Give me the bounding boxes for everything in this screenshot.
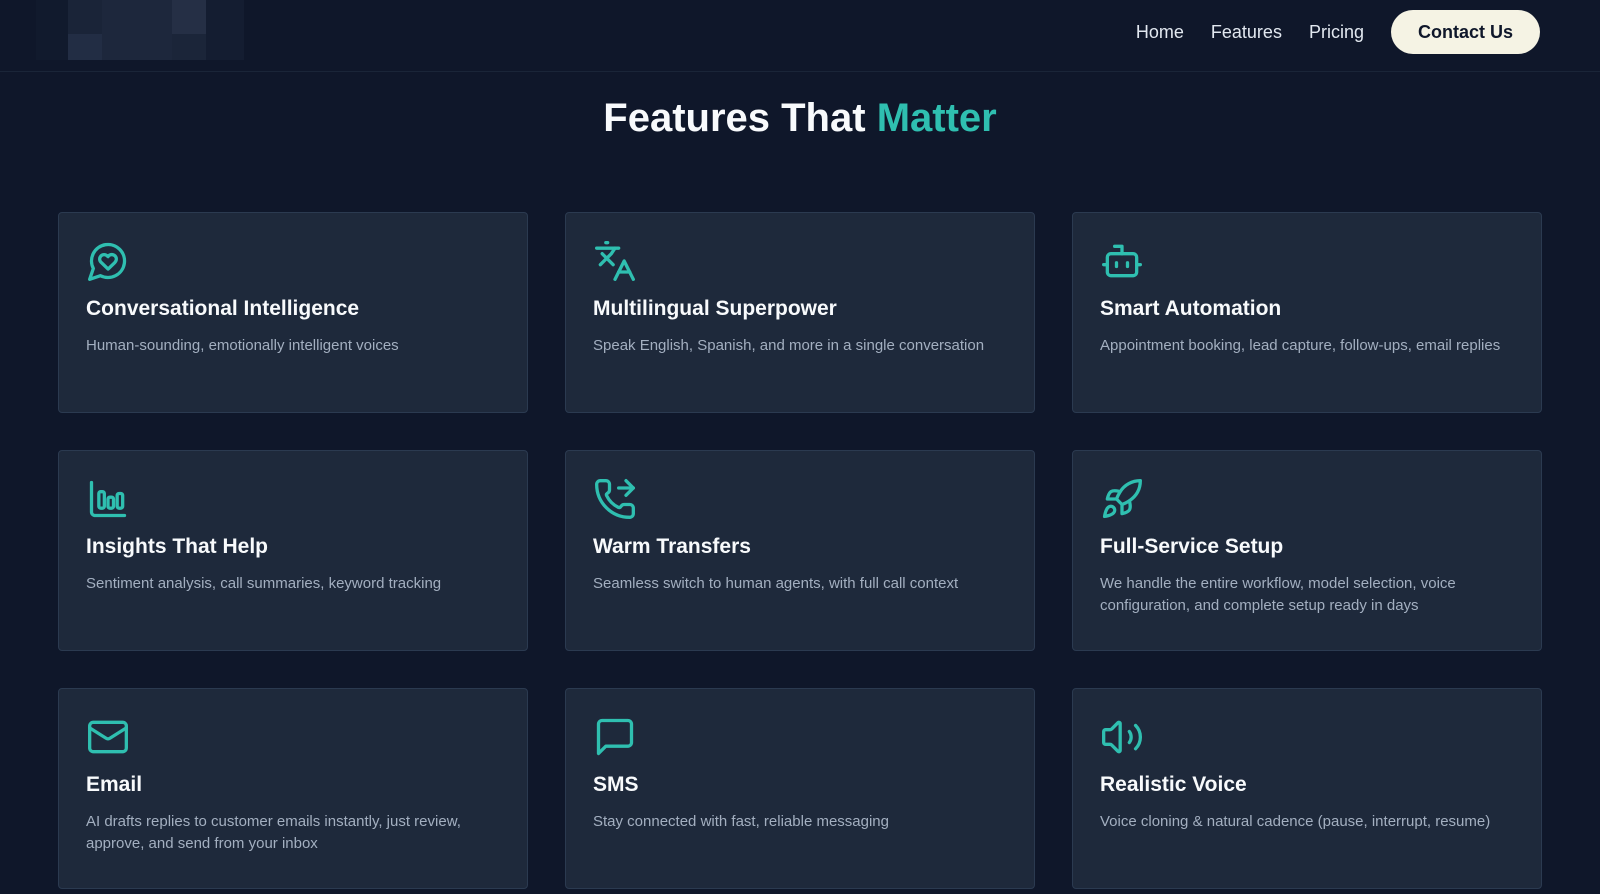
nav-links: Home Features Pricing Contact Us (1136, 10, 1540, 54)
feature-title: Full-Service Setup (1100, 535, 1284, 558)
feature-title: Smart Automation (1100, 297, 1282, 320)
nav-link-home[interactable]: Home (1136, 22, 1184, 43)
mail-icon (86, 715, 130, 759)
navbar: Home Features Pricing Contact Us (0, 0, 1600, 72)
feature-title: Email (86, 773, 143, 796)
phone-forward-icon (593, 477, 637, 521)
feature-title: SMS (593, 773, 639, 796)
feature-card-realistic-voice: Realistic Voice Voice cloning & natural … (1072, 688, 1542, 889)
section-title-accent: Matter (876, 96, 997, 140)
feature-card-email: Email AI drafts replies to customer emai… (58, 688, 528, 889)
feature-description: Speak English, Spanish, and more in a si… (593, 337, 985, 354)
message-square-icon (593, 715, 637, 759)
feature-description: Stay connected with fast, reliable messa… (593, 813, 889, 830)
section-title: Features That Matter (0, 96, 1600, 141)
feature-description: Seamless switch to human agents, with fu… (593, 575, 959, 592)
feature-card-full-service-setup: Full-Service Setup We handle the entire … (1072, 450, 1542, 651)
speaker-icon (1100, 715, 1144, 759)
contact-us-button[interactable]: Contact Us (1390, 10, 1540, 54)
heart-chat-icon (86, 239, 130, 283)
feature-title: Multilingual Superpower (593, 297, 837, 320)
feature-card-insights-that-help: Insights That Help Sentiment analysis, c… (58, 450, 528, 651)
feature-card-smart-automation: Smart Automation Appointment booking, le… (1072, 212, 1542, 413)
feature-card-warm-transfers: Warm Transfers Seamless switch to human … (565, 450, 1035, 651)
nav-link-features[interactable]: Features (1211, 22, 1282, 43)
nav-link-pricing[interactable]: Pricing (1309, 22, 1364, 43)
feature-card-conversational-intelligence: Conversational Intelligence Human-soundi… (58, 212, 528, 413)
features-grid: Conversational Intelligence Human-soundi… (58, 212, 1542, 889)
feature-description: Voice cloning & natural cadence (pause, … (1100, 813, 1491, 830)
robot-icon (1100, 239, 1144, 283)
feature-title: Realistic Voice (1100, 773, 1247, 796)
feature-card-sms: SMS Stay connected with fast, reliable m… (565, 688, 1035, 889)
feature-card-multilingual-superpower: Multilingual Superpower Speak English, S… (565, 212, 1035, 413)
translate-icon (593, 239, 637, 283)
rocket-icon (1100, 477, 1144, 521)
feature-description: Human-sounding, emotionally intelligent … (86, 337, 399, 354)
bar-chart-icon (86, 477, 130, 521)
logo[interactable] (36, 0, 244, 60)
feature-description: Appointment booking, lead capture, follo… (1100, 337, 1501, 354)
section-title-main: Features That (603, 96, 866, 140)
feature-description: We handle the entire workflow, model sel… (1100, 575, 1456, 614)
feature-title: Insights That Help (86, 535, 269, 558)
feature-description: Sentiment analysis, call summaries, keyw… (86, 575, 442, 592)
feature-description: AI drafts replies to customer emails ins… (86, 813, 461, 852)
feature-title: Warm Transfers (593, 535, 751, 558)
feature-title: Conversational Intelligence (86, 297, 360, 320)
